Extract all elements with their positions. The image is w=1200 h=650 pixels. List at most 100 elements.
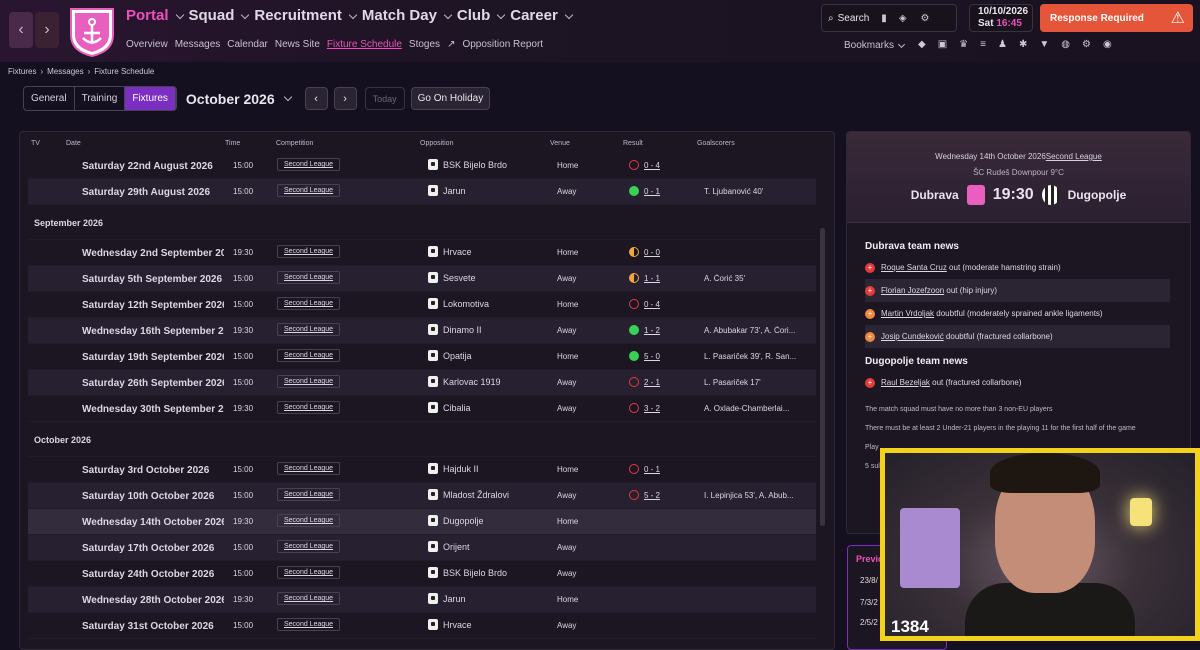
column-header-tv[interactable]: TV (31, 140, 40, 147)
shirt-icon[interactable]: ▣ (938, 39, 947, 50)
fixture-result[interactable]: 1 - 1 (629, 273, 689, 283)
table-row[interactable]: Saturday 17th October 2026 15:00 Second Le… (28, 535, 816, 561)
nav-match-day[interactable]: Match Day (362, 7, 453, 24)
subnav-calendar[interactable]: Calendar (227, 39, 268, 50)
result-score[interactable]: 0 - 1 (644, 465, 660, 474)
opposition[interactable]: Jarun (428, 593, 538, 604)
competition-link[interactable]: Second League (277, 514, 341, 527)
opposition-name[interactable]: Orijent (443, 542, 470, 552)
back-button[interactable]: ‹ (9, 12, 33, 48)
competition-link[interactable]: Second League (277, 401, 341, 414)
opposition-name[interactable]: Cibalia (443, 403, 471, 413)
competition-link[interactable]: Second League (277, 375, 341, 388)
previous-month-button[interactable]: ‹ (304, 87, 328, 110)
opposition-name[interactable]: Mladost Ždralovi (443, 490, 509, 500)
subnav-overview[interactable]: Overview (126, 39, 168, 50)
table-row[interactable]: Wednesday 14th October 2026 19:30 Second L… (28, 509, 816, 535)
subnav-stoges[interactable]: Stoges (409, 39, 440, 50)
away-team-name[interactable]: Dugopolje (1068, 188, 1127, 202)
fixture-result[interactable]: 0 - 4 (629, 160, 689, 170)
table-row[interactable]: Saturday 5th September 2026 15:00 Second L… (28, 266, 816, 292)
next-month-button[interactable]: › (333, 87, 357, 110)
table-row[interactable]: Saturday 12th September 2026 15:00 Second … (28, 292, 816, 318)
result-score[interactable]: 5 - 2 (644, 491, 660, 500)
tab-fixtures[interactable]: Fixtures (125, 87, 176, 110)
database-icon[interactable]: ≡ (980, 39, 986, 50)
competition-link[interactable]: Second League (277, 618, 341, 631)
table-row[interactable]: Wednesday 2nd September 2026 19:30 Second … (28, 240, 816, 266)
competition-link[interactable]: Second League (277, 245, 341, 258)
opposition[interactable]: Karlovac 1919 (428, 376, 538, 387)
jersey-icon[interactable]: ▼ (1039, 39, 1049, 50)
previous-meeting-date[interactable]: 23/8/ (860, 576, 878, 585)
opposition-name[interactable]: Karlovac 1919 (443, 377, 501, 387)
table-row[interactable]: Wednesday 30th September 2026 19:30 Second… (28, 396, 816, 422)
nav-career[interactable]: Career (510, 7, 574, 24)
fixture-result[interactable]: 0 - 4 (629, 299, 689, 309)
table-row[interactable]: Saturday 29th August 2026 15:00 Second Lea… (28, 179, 816, 205)
result-score[interactable]: 1 - 1 (644, 274, 660, 283)
competition-link[interactable]: Second League (277, 462, 341, 475)
opposition-name[interactable]: Dugopolje (443, 516, 484, 526)
home-team-name[interactable]: Dubrava (911, 188, 959, 202)
table-row[interactable]: Saturday 19th September 2026 15:00 Second … (28, 344, 816, 370)
opposition[interactable]: Opatija (428, 350, 538, 361)
player-link[interactable]: Josip Cundeković (881, 332, 944, 341)
result-score[interactable]: 1 - 2 (644, 326, 660, 335)
tab-training[interactable]: Training (75, 87, 126, 110)
result-score[interactable]: 2 - 1 (644, 378, 660, 387)
fixture-result[interactable]: 1 - 2 (629, 325, 689, 335)
opposition[interactable]: Cibalia (428, 402, 538, 413)
table-row[interactable]: Saturday 22nd August 2026 15:00 Second Lea… (28, 153, 816, 179)
forward-button[interactable]: › (35, 12, 59, 48)
month-selector[interactable]: October 2026 (186, 91, 292, 107)
shield-icon[interactable]: ◆ (918, 39, 926, 50)
competition-link[interactable]: Second League (277, 297, 341, 310)
breadcrumb-item[interactable]: Messages (47, 67, 83, 76)
opposition-name[interactable]: Hajduk II (443, 464, 479, 474)
globe-icon[interactable]: ◍ (1061, 39, 1070, 50)
competition-link[interactable]: Second League (277, 592, 341, 605)
result-score[interactable]: 0 - 1 (644, 187, 660, 196)
nav-recruitment[interactable]: Recruitment (254, 7, 358, 24)
competition-link[interactable]: Second League (277, 349, 341, 362)
player-link[interactable]: Martin Vrdoljak (881, 309, 934, 318)
table-row[interactable]: Saturday 3rd October 2026 15:00 Second Lea… (28, 457, 816, 483)
opposition[interactable]: Jarun (428, 185, 538, 196)
result-score[interactable]: 0 - 4 (644, 300, 660, 309)
fixture-result[interactable]: 3 - 2 (629, 403, 689, 413)
player-link[interactable]: Roque Santa Cruz (881, 263, 947, 272)
column-header-date[interactable]: Date (66, 140, 81, 147)
column-header-venue[interactable]: Venue (550, 140, 570, 147)
fixture-result[interactable]: 0 - 1 (629, 464, 689, 474)
gear-icon[interactable]: ⚙ (921, 13, 930, 24)
tab-general[interactable]: General (24, 87, 75, 110)
table-row[interactable]: Wednesday 28th October 2026 19:30 Second L… (28, 587, 816, 613)
opposition[interactable]: Hajduk II (428, 463, 538, 474)
competition-link[interactable]: Second League (277, 184, 341, 197)
competition-link[interactable]: Second League (277, 158, 341, 171)
table-row[interactable]: Wednesday 16th September 2026 19:30 Second… (28, 318, 816, 344)
game-date-button[interactable]: 10/10/2026 Sat 16:45 (969, 4, 1033, 32)
search-button[interactable]: ⌕ Search ▮ ◈ ⚙ (821, 4, 957, 32)
tools-icon[interactable]: ✱ (1019, 39, 1027, 50)
result-score[interactable]: 0 - 0 (644, 248, 660, 257)
trophy-icon[interactable]: ♛ (959, 39, 968, 50)
opposition[interactable]: Hrvace (428, 246, 538, 257)
competition-link[interactable]: Second League (277, 566, 341, 579)
column-header-result[interactable]: Result (623, 140, 643, 147)
column-header-competition[interactable]: Competition (276, 140, 313, 147)
competition-link[interactable]: Second League (277, 540, 341, 553)
opposition-name[interactable]: Sesvete (443, 273, 476, 283)
opposition[interactable]: Dinamo II (428, 324, 538, 335)
opposition[interactable]: Orijent (428, 541, 538, 552)
fixture-result[interactable]: 0 - 0 (629, 247, 689, 257)
previous-meeting-date[interactable]: 2/5/2 (860, 618, 878, 627)
column-header-goalscorers[interactable]: Goalscorers (697, 140, 735, 147)
response-required-button[interactable]: Response Required ⚠ (1040, 4, 1193, 32)
table-row[interactable]: Saturday 10th October 2026 15:00 Second Le… (28, 483, 816, 509)
opposition[interactable]: Sesvete (428, 272, 538, 283)
fixture-result[interactable]: 2 - 1 (629, 377, 689, 387)
opposition[interactable]: BSK Bijelo Brdo (428, 159, 538, 170)
bookmarks-dropdown[interactable]: Bookmarks (844, 40, 906, 51)
